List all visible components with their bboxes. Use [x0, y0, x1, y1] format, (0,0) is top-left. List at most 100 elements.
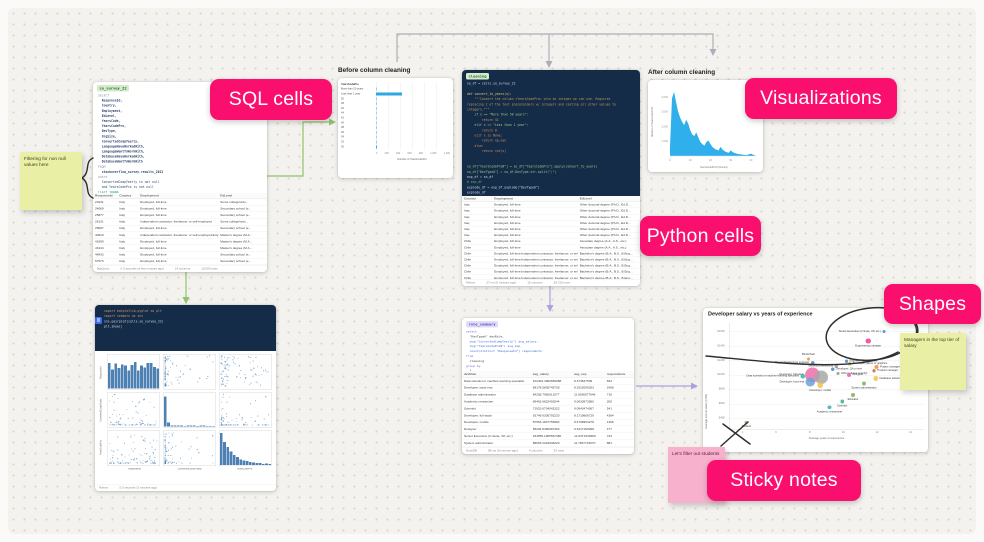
callout-python-cells[interactable]: Python cells — [640, 216, 761, 256]
scatter-point — [178, 383, 179, 384]
scatter-point — [147, 461, 148, 462]
scatter-point — [120, 418, 121, 419]
scatter-point — [181, 441, 182, 442]
bar — [376, 136, 377, 139]
table-cell: 28087 — [93, 227, 117, 231]
table-body: Data scientist or machine learning speci… — [462, 378, 634, 447]
python-editor[interactable]: cleaning so_df = cells.so_survey_22def c… — [462, 70, 640, 196]
axis-tick: $140K — [717, 344, 725, 347]
bar-chart-rows[interactable]: YearsCodeProMore than 50 yearsLess than … — [341, 82, 448, 149]
pairplot-grid[interactable] — [107, 354, 272, 466]
scatter-point — [121, 463, 122, 464]
scatter-point — [255, 421, 256, 422]
scatter-point — [180, 376, 181, 377]
table-cell: Other doctoral degree (Ph.D., Ed.D... — [578, 203, 640, 207]
table-body: Iraq Employed, full-time Other doctoral … — [462, 202, 640, 279]
scatter-point — [209, 355, 210, 356]
sticky-note-managers[interactable]: Managers in the top tier of salary — [900, 333, 966, 390]
scatter-point — [836, 372, 839, 375]
scatter-point — [848, 362, 851, 365]
point-label: Project manager — [880, 365, 900, 368]
scatter-point — [128, 418, 129, 419]
pairplot-panel — [107, 392, 160, 427]
scatter-chart-card[interactable]: Developer salary vs years of experience … — [703, 308, 928, 452]
sql-cell-role-summary-card[interactable]: role_summary select "DevTypeA" devRole, … — [462, 318, 634, 454]
axis-tick: 14 — [909, 431, 912, 434]
table-cell: Employed, full-time — [492, 240, 577, 244]
scatter-point — [134, 435, 135, 436]
scatter-point — [141, 424, 142, 425]
callout-visualizations[interactable]: Visualizations — [745, 78, 897, 119]
scatter-point — [169, 436, 170, 437]
column-header: EdLevel — [218, 194, 267, 198]
results-table[interactable]: CountryEmploymentEdLevel Iraq Employed, … — [462, 196, 640, 279]
scatter-point — [226, 402, 227, 403]
code-block[interactable]: so_df = cells.so_survey_22def convert_to… — [462, 81, 640, 196]
code-block[interactable]: select "DevTypeA" devRole, avg("Converte… — [462, 329, 634, 372]
scatter-point — [250, 403, 251, 404]
scatter-point — [150, 443, 151, 444]
results-table[interactable]: devRoleavg_salaryavg_exprespondents Data… — [462, 371, 634, 447]
cell-name-badge[interactable]: cleaning — [466, 73, 489, 80]
table-row: Senior Executive (C-Suite, VP, etc.) 184… — [462, 433, 634, 440]
category-label: 50 — [341, 97, 376, 100]
table-cell: Independent contractor, freelancer, or s… — [138, 220, 218, 224]
cell-footer: DuckDB98 ms (8 minutes ago)4 columns30 r… — [462, 447, 634, 454]
sticky-note-filtering[interactable]: Filtering for non null values here — [20, 152, 82, 210]
scatter-point — [168, 385, 169, 386]
axis-tick: $120K — [717, 359, 725, 362]
python-editor[interactable]: ≣ import matplotlib.pyplot as pltimport … — [95, 305, 276, 351]
callout-sticky-notes[interactable]: Sticky notes — [707, 460, 861, 501]
table-cell: Designer — [462, 428, 531, 432]
table-cell: 55204.8450087464 — [531, 428, 572, 432]
area-series[interactable] — [670, 92, 755, 156]
table-cell: Some college/univ... — [218, 200, 267, 204]
category-label: 30 — [341, 145, 376, 148]
scatter-point — [240, 370, 241, 371]
category-label: 38 — [341, 126, 376, 129]
scatter-point — [222, 408, 223, 409]
scatter-point — [242, 419, 243, 420]
scatter-point — [172, 447, 173, 448]
table-cell: Employed, full-time;Independent contract… — [492, 264, 577, 268]
callout-shapes[interactable]: Shapes — [884, 284, 981, 324]
table-cell: Secondary school (e... — [218, 213, 267, 217]
code-block[interactable]: import matplotlib.pyplot as pltimport se… — [95, 305, 276, 330]
bar — [376, 140, 377, 143]
scatter-point — [113, 463, 114, 464]
scatter-point — [125, 424, 126, 425]
cell-name-badge[interactable]: so_survey_22 — [97, 85, 129, 92]
footer-item: 15 columns — [521, 281, 542, 284]
table-cell: Secondary school (e... — [218, 207, 267, 211]
scatter-point — [168, 358, 169, 359]
callout-sql-cells[interactable]: SQL cells — [210, 79, 332, 120]
cell-name-badge[interactable]: role_summary — [466, 321, 498, 328]
scatter-point — [265, 424, 266, 425]
axis-tick: 600 — [407, 152, 411, 155]
pairplot-cell-card[interactable]: ≣ import matplotlib.pyplot as pltimport … — [95, 305, 276, 491]
scatter-point — [250, 357, 251, 358]
table-cell: 23241 — [93, 200, 117, 204]
scatter-point — [249, 384, 250, 385]
scatter-point — [223, 384, 224, 385]
python-cell-card[interactable]: cleaning so_df = cells.so_survey_22def c… — [462, 70, 640, 286]
scatter-point — [828, 405, 832, 409]
sql-editor[interactable]: role_summary select "DevTypeA" devRole, … — [462, 318, 634, 371]
column-header: avg_exp — [572, 372, 605, 376]
scatter-point — [245, 378, 246, 379]
scatter-plot-area[interactable]: Senior Executive (C-Suite, VP, etc.)Engi… — [729, 323, 925, 430]
category-label: 32 — [341, 140, 376, 143]
python-cell-icon[interactable]: ≣ — [95, 317, 102, 324]
scatter-point — [226, 413, 227, 414]
scatter-point — [141, 436, 142, 437]
table-cell: 57573 — [93, 260, 117, 264]
bar-chart-card[interactable]: YearsCodeProMore than 50 yearsLess than … — [338, 78, 453, 178]
column-header: Country — [117, 194, 138, 198]
scatter-point — [132, 401, 133, 402]
footer-item: 98 ms (8 minutes ago) — [482, 449, 518, 452]
results-table[interactable]: ResponseIdCountryEmploymentEdLevel 23241… — [93, 193, 267, 266]
histogram-bar — [268, 464, 271, 465]
bar — [376, 92, 402, 95]
pairplot-panel — [219, 354, 272, 389]
scatter-point — [122, 414, 123, 415]
